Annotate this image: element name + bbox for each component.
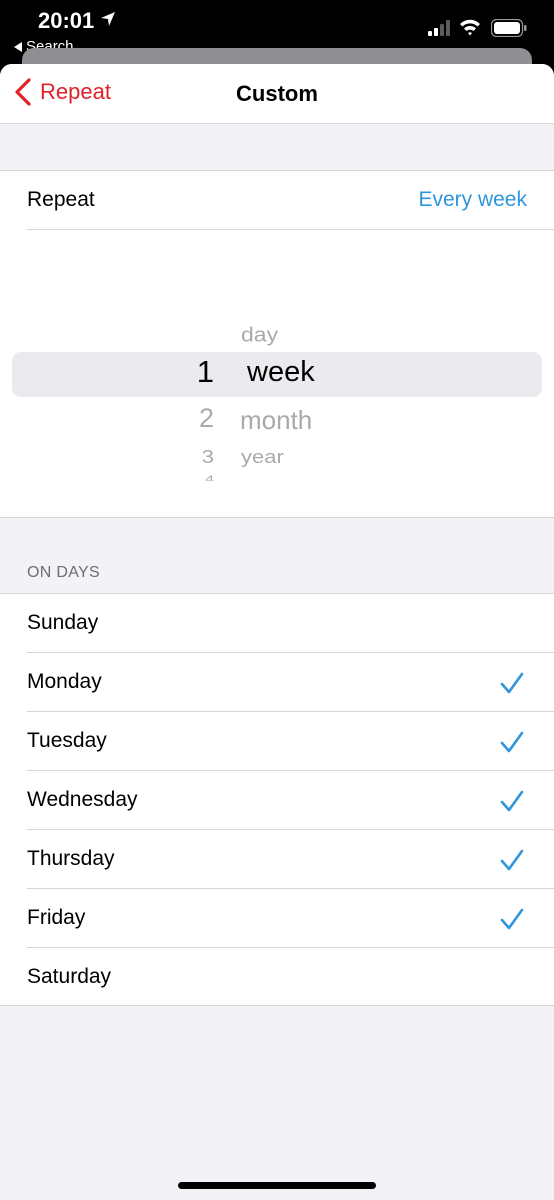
status-time: 20:01 — [38, 8, 95, 33]
day-label: Saturday — [27, 965, 112, 988]
day-label: Monday — [27, 670, 102, 693]
picker-number-option[interactable]: 4 — [174, 474, 214, 481]
day-row-sunday[interactable]: Sunday — [0, 594, 554, 653]
repeat-row-value: Every week — [418, 188, 527, 211]
day-row-thursday[interactable]: Thursday — [0, 830, 554, 889]
page-title: Custom — [236, 81, 318, 106]
picker-number-option[interactable]: 3 — [174, 446, 214, 468]
day-row-tuesday[interactable]: Tuesday — [0, 712, 554, 771]
picker-unit-option[interactable]: week — [247, 356, 315, 389]
day-label: Wednesday — [27, 788, 138, 811]
repeat-row-label: Repeat — [27, 188, 95, 211]
interval-picker[interactable]: 1 2 3 4 day week month year — [0, 231, 554, 517]
day-row-saturday[interactable]: Saturday — [0, 948, 554, 1007]
back-triangle-icon — [14, 41, 22, 52]
picker-unit-option[interactable]: day — [241, 322, 278, 346]
day-row-monday[interactable]: Monday — [0, 653, 554, 712]
checkmark-icon — [500, 790, 524, 812]
home-indicator — [178, 1182, 376, 1189]
checkmark-icon — [500, 849, 524, 871]
picker-unit-option[interactable]: year — [241, 446, 284, 468]
day-label: Friday — [27, 906, 86, 929]
days-list: Sunday Monday Tuesday Wednesday Thursday… — [0, 593, 554, 1006]
wifi-icon — [460, 19, 480, 36]
repeat-settings-group: Repeat Every week 1 2 3 4 day week month… — [0, 170, 554, 518]
checkmark-icon — [500, 908, 524, 930]
picker-number-option[interactable]: 1 — [174, 354, 214, 390]
divider — [27, 229, 554, 230]
battery-icon — [491, 19, 527, 37]
day-label: Tuesday — [27, 729, 107, 752]
picker-unit-option[interactable]: month — [240, 405, 312, 436]
checkmark-icon — [500, 731, 524, 753]
navigation-bar: Repeat Custom — [0, 64, 554, 124]
checkmark-icon — [500, 672, 524, 694]
on-days-section-header: ON DAYS — [27, 564, 100, 581]
cellular-signal-icon — [428, 20, 450, 36]
location-arrow-icon — [101, 12, 115, 26]
repeat-frequency-row[interactable]: Repeat Every week — [0, 171, 554, 229]
day-label: Thursday — [27, 847, 115, 870]
custom-repeat-sheet: Repeat Custom Repeat Every week 1 2 3 4 … — [0, 64, 554, 1200]
day-row-wednesday[interactable]: Wednesday — [0, 771, 554, 830]
day-row-friday[interactable]: Friday — [0, 889, 554, 948]
picker-number-option[interactable]: 2 — [174, 403, 214, 434]
day-label: Sunday — [27, 611, 99, 634]
